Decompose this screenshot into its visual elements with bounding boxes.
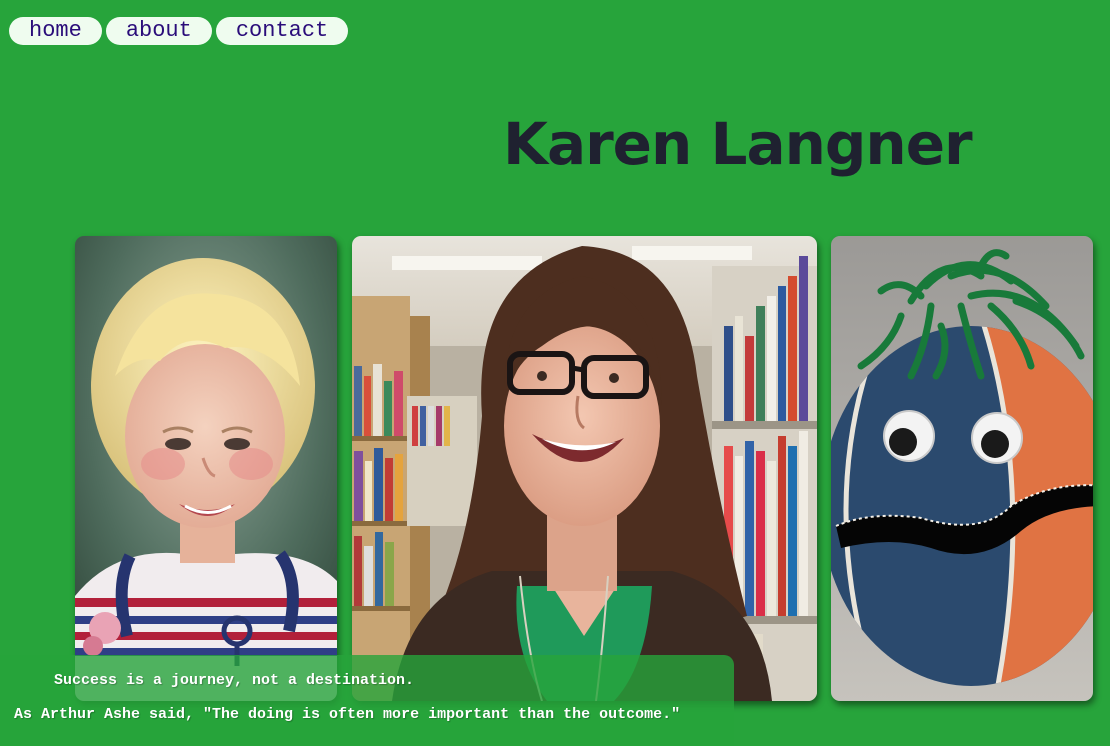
page-title: Karen Langner <box>503 110 973 178</box>
nav-home-link[interactable]: home <box>9 17 102 45</box>
quote-line-attribution: As Arthur Ashe said, "The doing is often… <box>14 706 681 723</box>
nav-contact-link[interactable]: contact <box>215 17 349 45</box>
decorated-ball-photo <box>831 236 1093 701</box>
child-portrait-image <box>75 236 337 701</box>
top-nav: home about contact <box>9 17 349 45</box>
nav-about-link[interactable]: about <box>105 17 212 45</box>
quote-line-primary: Success is a journey, not a destination. <box>54 672 415 689</box>
quote-panel <box>0 655 734 746</box>
woman-in-library-photo <box>352 236 817 701</box>
